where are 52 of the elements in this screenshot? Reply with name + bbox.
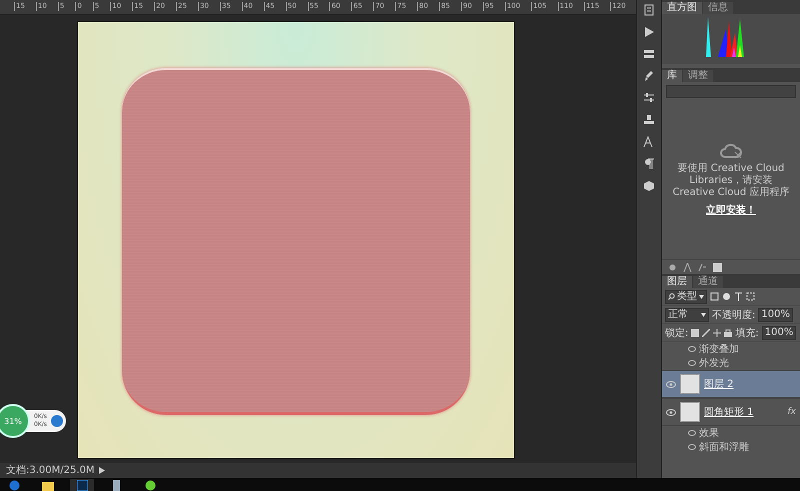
play-icon[interactable] <box>98 467 105 474</box>
color-swatch-icon[interactable] <box>713 262 722 272</box>
shape-filter-icon[interactable] <box>746 292 755 301</box>
opacity-field[interactable]: 100% <box>758 308 793 322</box>
layer-row[interactable]: 图层 2 <box>662 370 800 398</box>
type-filter-icon[interactable] <box>734 292 743 301</box>
panel-tab[interactable]: 库 <box>662 70 682 82</box>
layer-thumbnail <box>680 374 700 394</box>
layer-filter-dropdown[interactable]: 类型 <box>665 290 707 304</box>
creative-cloud-icon <box>720 143 742 159</box>
layer-effect-label[interactable]: 渐变叠加 <box>699 342 739 356</box>
install-link[interactable]: 立即安装！ <box>706 203 756 217</box>
panel-tab[interactable]: 直方图 <box>662 2 702 14</box>
lock-icon[interactable] <box>724 328 732 336</box>
adjustment-filter-icon[interactable] <box>722 292 731 301</box>
layer-effect-label[interactable]: 斜面和浮雕 <box>699 440 749 454</box>
caret-icon <box>701 312 706 316</box>
blend-mode-dropdown[interactable]: 正常 <box>665 308 709 322</box>
lock-label: 锁定: <box>665 326 688 340</box>
folder-icon[interactable] <box>42 481 54 491</box>
lock-pixels-icon[interactable] <box>691 328 700 336</box>
layer-effect-label[interactable]: 外发光 <box>699 356 729 370</box>
history-icon[interactable] <box>643 4 655 16</box>
search-icon <box>668 293 675 300</box>
panel-tab[interactable]: 通道 <box>693 276 723 288</box>
move-icon[interactable] <box>713 328 722 336</box>
paragraph-icon[interactable] <box>643 158 655 170</box>
layers-icon[interactable] <box>643 48 655 60</box>
image-filter-icon[interactable] <box>710 292 719 301</box>
sliders-icon[interactable] <box>643 92 655 104</box>
library-install-message: 要使用 Creative Cloud Libraries，请安装 Creative Cloud 应用程序 <box>672 163 790 199</box>
layer-thumbnail <box>680 402 700 422</box>
stamp-icon[interactable] <box>643 114 655 126</box>
eye-icon[interactable] <box>666 380 676 388</box>
photoshop-app-icon[interactable] <box>76 480 88 491</box>
opacity-label: 不透明度: <box>712 308 756 322</box>
panel-tab[interactable]: 信息 <box>703 2 733 14</box>
layer-row[interactable]: 圆角矩形 1 fx <box>662 398 800 426</box>
panel-tab[interactable]: 调整 <box>683 70 713 82</box>
app-icon[interactable] <box>110 480 122 491</box>
document-size-info: 文档:3.00M/25.0M <box>6 464 95 476</box>
app-icon[interactable] <box>144 480 156 491</box>
layer-effect-label[interactable]: 效果 <box>699 426 719 440</box>
fill-field[interactable]: 100% <box>762 326 796 340</box>
caret-icon <box>699 294 704 298</box>
speed-percent-badge: 31% <box>0 404 30 438</box>
effects-label: fx <box>788 407 796 417</box>
panel-tab[interactable]: 图层 <box>662 276 692 288</box>
fill-label: 填充: <box>735 326 759 340</box>
cube-icon[interactable] <box>643 180 655 192</box>
play-icon[interactable] <box>643 26 655 38</box>
eye-icon[interactable] <box>666 408 676 416</box>
